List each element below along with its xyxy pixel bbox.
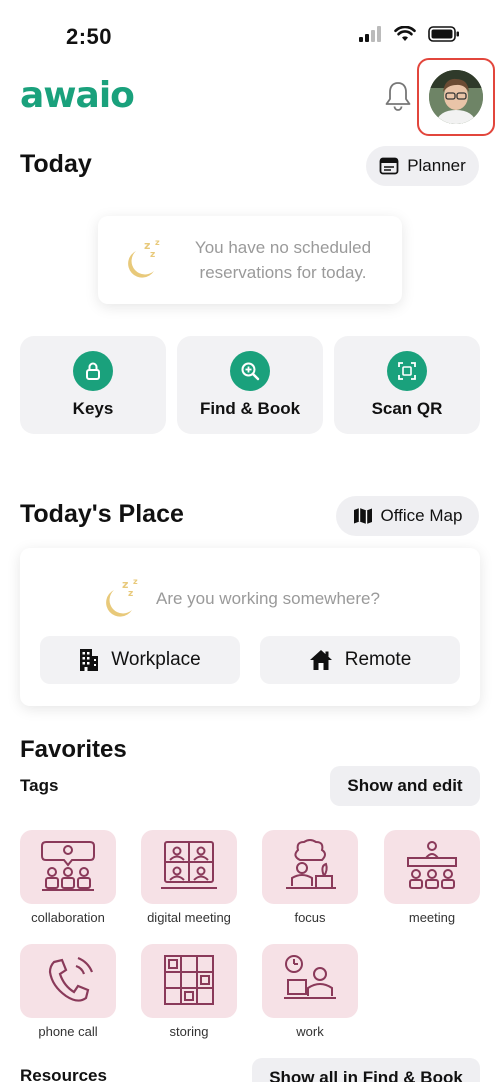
lock-icon [73, 351, 113, 391]
battery-icon [428, 26, 459, 42]
wifi-icon [394, 26, 416, 41]
tag-digital-meeting[interactable]: digital meeting [137, 830, 241, 925]
show-and-edit-button[interactable]: Show and edit [330, 766, 480, 806]
home-icon [309, 650, 332, 670]
scan-qr-label: Scan QR [371, 399, 443, 418]
signal-icon [359, 26, 381, 42]
svg-text:z: z [150, 250, 155, 260]
office-map-label: Office Map [380, 506, 463, 525]
show-and-edit-label: Show and edit [347, 776, 463, 795]
building-icon [80, 649, 99, 671]
resources-label: Resources [20, 1066, 107, 1082]
collaboration-icon [20, 830, 116, 904]
svg-text:awaio: awaio [20, 76, 134, 116]
workplace-label: Workplace [111, 649, 201, 670]
avatar [429, 70, 483, 124]
zoom-in-icon [230, 351, 270, 391]
tag-focus[interactable]: focus [258, 830, 362, 925]
calendar-icon [379, 157, 399, 175]
scan-qr-button[interactable]: Scan QR [334, 336, 480, 434]
notifications-bell-icon[interactable] [383, 80, 413, 117]
status-icons [358, 26, 460, 42]
no-reservations-card: z z z You have no scheduled reservations… [98, 216, 402, 304]
meeting-icon [384, 830, 480, 904]
remote-label: Remote [344, 649, 412, 670]
tag-label: phone call [38, 1024, 98, 1039]
tag-label: meeting [408, 910, 456, 925]
status-time: 2:50 [66, 24, 113, 49]
work-icon [262, 944, 358, 1018]
svg-text:z: z [128, 589, 133, 599]
map-icon [353, 508, 372, 524]
todays-place-card: z z z Are you working somewhere? Workpla… [20, 548, 480, 706]
keys-label: Keys [72, 399, 114, 418]
tag-phone-call[interactable]: phone call [16, 944, 120, 1039]
today-title: Today [20, 150, 92, 178]
tags-label: Tags [20, 776, 59, 795]
workplace-button[interactable]: Workplace [40, 636, 240, 684]
svg-text:z: z [133, 577, 138, 586]
qr-scan-icon [387, 351, 427, 391]
focus-icon [262, 830, 358, 904]
no-reservations-text: You have no scheduled reservations for t… [194, 238, 372, 282]
todays-place-title: Today's Place [20, 500, 184, 528]
app-logo: awaio [20, 75, 150, 121]
planner-button[interactable]: Planner [366, 146, 479, 186]
profile-avatar-button[interactable] [417, 58, 495, 136]
logo-mark: awaio [20, 75, 135, 116]
show-all-label: Show all in Find & Book [269, 1068, 463, 1082]
working-question: z z z Are you working somewhere? [96, 574, 380, 624]
planner-label: Planner [407, 156, 466, 175]
show-all-find-book-button[interactable]: Show all in Find & Book [252, 1058, 480, 1082]
office-map-button[interactable]: Office Map [336, 496, 479, 536]
remote-button[interactable]: Remote [260, 636, 460, 684]
tag-label: storing [169, 1024, 209, 1039]
favorites-title: Favorites [20, 736, 127, 763]
tag-label: focus [294, 910, 326, 925]
storing-icon [141, 944, 237, 1018]
keys-button[interactable]: Keys [20, 336, 166, 434]
digital-meeting-icon [141, 830, 237, 904]
tag-work[interactable]: work [258, 944, 362, 1039]
phone-call-icon [20, 944, 116, 1018]
find-and-book-button[interactable]: Find & Book [177, 336, 323, 434]
svg-text:z: z [155, 238, 160, 247]
working-question-text: Are you working somewhere? [156, 589, 380, 608]
tag-meeting[interactable]: meeting [380, 830, 484, 925]
tag-label: collaboration [31, 910, 105, 925]
tag-label: digital meeting [147, 910, 231, 925]
sleeping-moon-icon: z z z [128, 238, 160, 278]
tag-collaboration[interactable]: collaboration [16, 830, 120, 925]
tag-label: work [296, 1024, 324, 1039]
tag-storing[interactable]: storing [137, 944, 241, 1039]
sleeping-moon-icon: z z z [106, 577, 138, 617]
find-and-book-label: Find & Book [199, 399, 301, 418]
